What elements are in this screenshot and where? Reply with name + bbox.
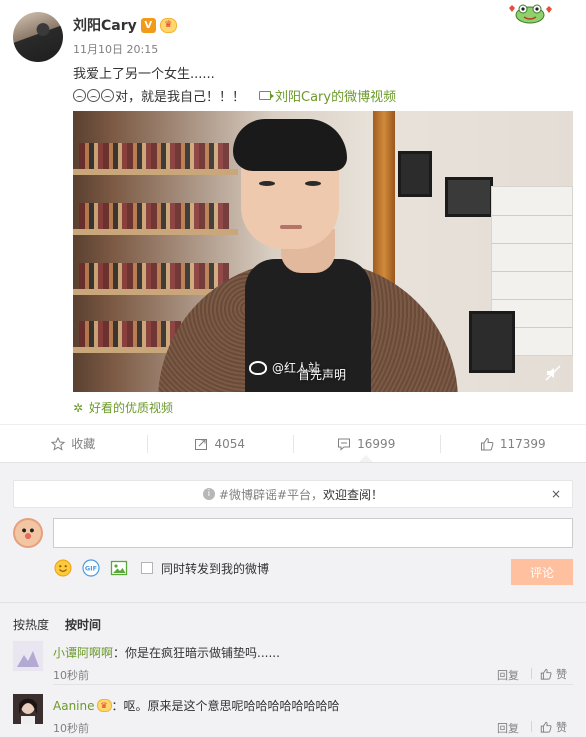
reply-button[interactable]: 回复 — [497, 667, 519, 683]
comment-like-button[interactable]: 赞 — [540, 666, 567, 682]
gif-icon[interactable]: GIF — [81, 558, 101, 578]
post-text-line2: 对，就是我自己！！！ 刘阳Cary的微博视频 — [73, 86, 396, 105]
divider — [0, 602, 586, 603]
video-picture-frame — [445, 177, 493, 217]
comment-item: 小谭阿啊啊 ：你是在疯狂暗示做铺垫吗...... 10秒前 回复 赞 — [0, 641, 586, 691]
post-time[interactable]: 11月10日 20:15 — [73, 41, 158, 57]
action-bar: 收藏 4054 16999 117399 — [0, 424, 586, 462]
comment-text: ：你是在疯狂暗示做铺垫吗...... — [113, 646, 280, 660]
tab-sort-hot[interactable]: 按热度 — [13, 616, 49, 633]
thumbs-up-icon — [480, 437, 494, 450]
notice-welcome: 欢迎查阅！ — [323, 487, 384, 502]
frog-sticker-icon — [509, 4, 552, 24]
repost-count: 4054 — [214, 436, 246, 451]
video-link[interactable]: 刘阳Cary的微博视频 — [259, 86, 396, 105]
repost-button[interactable]: 4054 — [146, 425, 294, 462]
video-picture-frame — [398, 151, 432, 197]
comment-body: Aanine ♛ ：呕。原来是这个意思呢哈哈哈哈哈哈哈哈 — [53, 697, 340, 714]
verified-badge-icon[interactable]: V — [140, 17, 156, 33]
divider — [531, 668, 532, 679]
comment-time: 10秒前 — [53, 722, 89, 735]
comment-sort-tabs: 按热度 按时间 — [13, 616, 101, 633]
divider — [53, 684, 573, 685]
video-shelf-items — [79, 203, 229, 229]
post-text-line2-text: 对，就是我自己！！！ — [115, 90, 246, 105]
video-shelf — [73, 229, 238, 235]
video-award-frame — [469, 311, 515, 373]
repost-icon — [195, 438, 208, 450]
video-person-eye — [305, 181, 321, 186]
quality-video-tag[interactable]: ✲ 好看的优质视频 — [73, 399, 173, 416]
sparkle-icon: ✲ — [73, 400, 84, 415]
default-avatar-icon[interactable] — [13, 641, 43, 671]
forward-label[interactable]: 同时转发到我的微博 — [161, 560, 269, 577]
emoji-face-icon — [101, 89, 114, 102]
submit-comment-button[interactable]: 评论 — [511, 559, 573, 585]
rumor-notice-bar: i #微博辟谣#平台， 欢迎查阅！ × — [13, 480, 573, 508]
mute-icon[interactable] — [545, 365, 561, 381]
comment-area: i #微博辟谣#平台， 欢迎查阅！ × GIF 同时转发到我的微博 评论 按热度… — [0, 462, 586, 737]
emoji-face-icon — [73, 89, 86, 102]
my-avatar[interactable] — [13, 518, 43, 548]
comment-icon — [338, 438, 351, 451]
comment-like-label: 赞 — [556, 721, 567, 734]
favorite-label: 收藏 — [71, 437, 96, 451]
comment-body: 小谭阿啊啊 ：你是在疯狂暗示做铺垫吗...... — [53, 644, 280, 661]
comment-username[interactable]: 小谭阿啊啊 — [53, 644, 113, 661]
favorite-button[interactable]: 收藏 — [0, 425, 147, 462]
author-name[interactable]: 刘阳Cary — [73, 15, 137, 35]
emoji-icon[interactable] — [53, 558, 73, 578]
comment-text: ：呕。原来是这个意思呢哈哈哈哈哈哈哈哈 — [111, 699, 340, 713]
emoji-face-icon — [87, 89, 100, 102]
like-button[interactable]: 117399 — [439, 425, 586, 462]
forward-checkbox[interactable] — [141, 562, 153, 574]
comment-time: 10秒前 — [53, 669, 89, 682]
video-person-eye — [259, 181, 275, 186]
quality-video-label: 好看的优质视频 — [89, 401, 174, 415]
author-row: 刘阳Cary V ♛ — [73, 15, 177, 35]
active-tab-caret — [359, 455, 373, 462]
comment-username[interactable]: Aanine — [53, 699, 95, 713]
tab-sort-time[interactable]: 按时间 — [65, 616, 101, 633]
video-shelf — [73, 169, 238, 175]
composer-toolbar: GIF 同时转发到我的微博 — [53, 558, 269, 578]
info-icon: i — [202, 488, 215, 500]
commenter-avatar[interactable] — [13, 694, 43, 724]
comment-input[interactable] — [53, 518, 573, 548]
post-text-line1: 我爱上了另一个女生...... — [73, 67, 215, 82]
author-avatar[interactable] — [13, 12, 63, 62]
video-camera-icon — [259, 91, 275, 100]
video-caption: 首先声明 — [298, 368, 347, 382]
video-shelf-items — [79, 143, 229, 169]
like-count: 117399 — [499, 436, 546, 451]
comment-like-label: 赞 — [556, 668, 567, 681]
member-crown-icon[interactable]: ♛ — [96, 699, 112, 712]
video-person-mouth — [280, 225, 302, 229]
notice-prefix[interactable]: #微博辟谣#平台， — [219, 486, 323, 503]
thumbs-up-icon — [540, 721, 552, 733]
video-shelf-items — [79, 263, 229, 289]
svg-text:GIF: GIF — [85, 565, 97, 573]
comment-like-button[interactable]: 赞 — [540, 719, 567, 735]
reply-button[interactable]: 回复 — [497, 720, 519, 736]
video-person-hair — [233, 119, 347, 171]
video-curtain — [373, 111, 395, 291]
comment-item: Aanine ♛ ：呕。原来是这个意思呢哈哈哈哈哈哈哈哈 10秒前 回复 赞 — [0, 694, 586, 737]
video-link-label: 刘阳Cary的微博视频 — [275, 90, 397, 105]
divider — [531, 721, 532, 732]
thumbs-up-icon — [540, 668, 552, 680]
member-crown-icon[interactable]: ♛ — [159, 17, 177, 33]
close-icon[interactable]: × — [551, 487, 561, 501]
star-icon — [51, 436, 66, 451]
video-player[interactable]: @红人站 首先声明 — [73, 111, 573, 392]
weibo-logo-icon — [249, 360, 267, 375]
image-icon[interactable] — [109, 558, 129, 578]
comment-count: 16999 — [357, 436, 396, 451]
